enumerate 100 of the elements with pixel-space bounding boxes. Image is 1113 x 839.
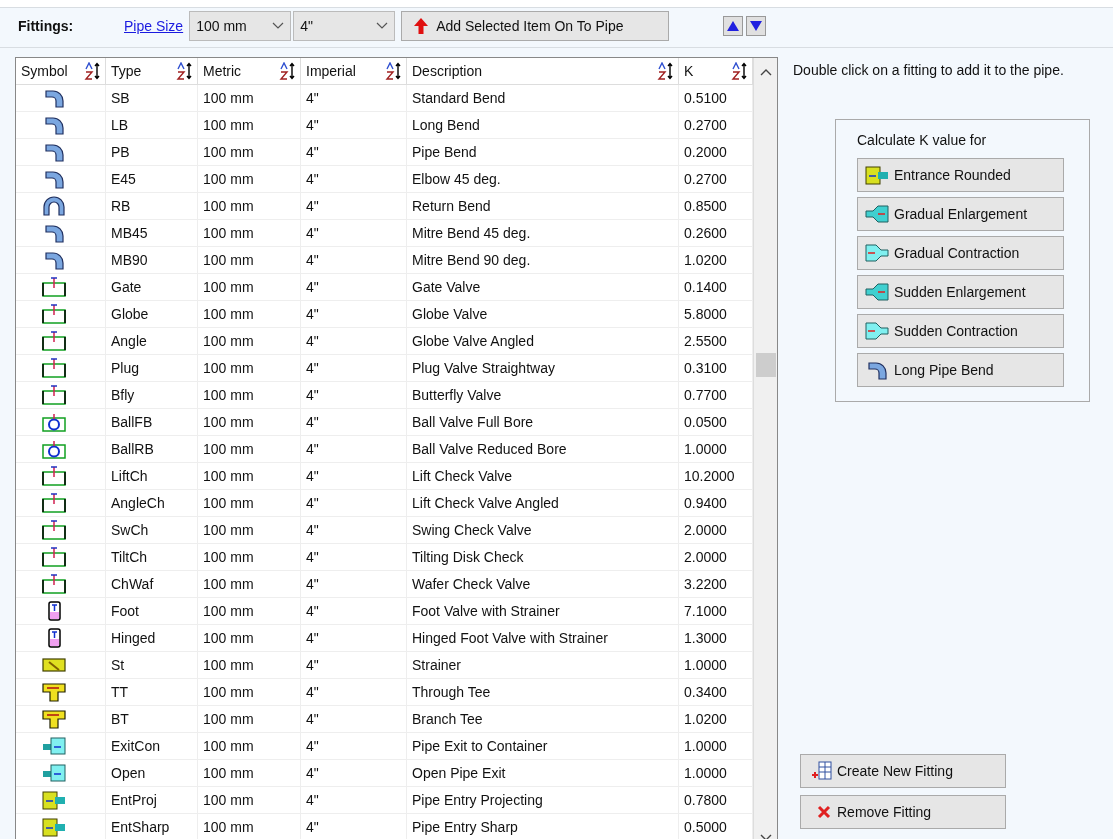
sort-icon[interactable] — [84, 62, 102, 80]
fitting-row[interactable]: Gate 100 mm 4" Gate Valve 0.1400 — [16, 274, 753, 301]
table-cell: 4" — [301, 733, 407, 759]
fitting-row[interactable]: Plug 100 mm 4" Plug Valve Straightway 0.3100 — [16, 355, 753, 382]
column-header[interactable]: Type — [106, 58, 198, 84]
close-icon — [817, 805, 831, 819]
table-cell: 100 mm — [198, 652, 301, 678]
calculate-button[interactable]: Gradual Contraction — [857, 236, 1064, 270]
fitting-row[interactable]: MB45 100 mm 4" Mitre Bend 45 deg. 0.2600 — [16, 220, 753, 247]
table-cell: 100 mm — [198, 85, 301, 111]
triangle-down-icon — [750, 21, 763, 31]
imperial-select[interactable]: 4" — [293, 11, 396, 41]
sort-icon[interactable] — [657, 62, 675, 80]
sort-icon[interactable] — [731, 62, 749, 80]
fitting-row[interactable]: Open 100 mm 4" Open Pipe Exit 1.0000 — [16, 760, 753, 787]
tee-icon — [40, 708, 67, 730]
fitting-row[interactable]: E45 100 mm 4" Elbow 45 deg. 0.2700 — [16, 166, 753, 193]
fitting-row[interactable]: TT 100 mm 4" Through Tee 0.3400 — [16, 679, 753, 706]
calculate-button[interactable]: Long Pipe Bend — [857, 353, 1064, 387]
sort-icon[interactable] — [385, 62, 403, 80]
fitting-row[interactable]: BT 100 mm 4" Branch Tee 1.0200 — [16, 706, 753, 733]
calculate-button[interactable]: Gradual Enlargement — [857, 197, 1064, 231]
fitting-row[interactable]: MB90 100 mm 4" Mitre Bend 90 deg. 1.0200 — [16, 247, 753, 274]
sort-icon[interactable] — [279, 62, 297, 80]
table-cell: Strainer — [407, 652, 679, 678]
remove-fitting-button[interactable]: Remove Fitting — [800, 795, 1006, 829]
table-cell: Ball Valve Reduced Bore — [407, 436, 679, 462]
fitting-row[interactable]: Foot 100 mm 4" Foot Valve with Strainer 7.1000 — [16, 598, 753, 625]
table-cell: BallRB — [106, 436, 198, 462]
fitting-row[interactable]: RB 100 mm 4" Return Bend 0.8500 — [16, 193, 753, 220]
table-cell: Lift Check Valve — [407, 463, 679, 489]
table-cell: 4" — [301, 787, 407, 813]
tee-icon — [40, 681, 67, 703]
pipe-exit-icon — [40, 762, 67, 784]
fitting-row[interactable]: LB 100 mm 4" Long Bend 0.2700 — [16, 112, 753, 139]
column-header[interactable]: Imperial — [301, 58, 407, 84]
create-fitting-button[interactable]: Create New Fitting — [800, 754, 1006, 788]
fitting-row[interactable]: TiltCh 100 mm 4" Tilting Disk Check 2.0000 — [16, 544, 753, 571]
fitting-row[interactable]: St 100 mm 4" Strainer 1.0000 — [16, 652, 753, 679]
fitting-row[interactable]: BallRB 100 mm 4" Ball Valve Reduced Bore 1.0000 — [16, 436, 753, 463]
add-table-icon — [811, 761, 833, 781]
pipe-size-link[interactable]: Pipe Size — [124, 15, 184, 37]
scrollbar[interactable] — [753, 58, 777, 839]
sort-icon[interactable] — [176, 62, 194, 80]
table-cell: 100 mm — [198, 193, 301, 219]
table-cell: 4" — [301, 382, 407, 408]
column-header[interactable]: Metric — [198, 58, 301, 84]
calculate-button[interactable]: Entrance Rounded — [857, 158, 1064, 192]
calculate-button[interactable]: Sudden Enlargement — [857, 275, 1064, 309]
fitting-row[interactable]: Globe 100 mm 4" Globe Valve 5.8000 — [16, 301, 753, 328]
table-cell: 4" — [301, 814, 407, 839]
table-cell: 4" — [301, 139, 407, 165]
table-cell: 100 mm — [198, 517, 301, 543]
scrollbar-thumb[interactable] — [755, 353, 776, 377]
fitting-row[interactable]: LiftCh 100 mm 4" Lift Check Valve 10.2000 — [16, 463, 753, 490]
move-up-button[interactable] — [723, 16, 744, 36]
fitting-row[interactable]: Angle 100 mm 4" Globe Valve Angled 2.5500 — [16, 328, 753, 355]
table-cell: E45 — [106, 166, 198, 192]
valve-icon — [40, 384, 67, 406]
fitting-row[interactable]: Bfly 100 mm 4" Butterfly Valve 0.7700 — [16, 382, 753, 409]
table-cell: 4" — [301, 85, 407, 111]
table-cell: Gate Valve — [407, 274, 679, 300]
scroll-up-icon[interactable] — [759, 68, 772, 76]
table-cell: 100 mm — [198, 679, 301, 705]
table-cell: 4" — [301, 355, 407, 381]
fitting-row[interactable]: SB 100 mm 4" Standard Bend 0.5100 — [16, 85, 753, 112]
table-cell: 4" — [301, 328, 407, 354]
table-cell: Pipe Exit to Container — [407, 733, 679, 759]
table-cell: Swing Check Valve — [407, 517, 679, 543]
table-cell: Elbow 45 deg. — [407, 166, 679, 192]
table-cell: 100 mm — [198, 220, 301, 246]
table-cell: 4" — [301, 652, 407, 678]
fitting-row[interactable]: ExitCon 100 mm 4" Pipe Exit to Container 1.0000 — [16, 733, 753, 760]
table-cell: 100 mm — [198, 112, 301, 138]
fitting-row[interactable]: AngleCh 100 mm 4" Lift Check Valve Angled 0.9400 — [16, 490, 753, 517]
valve-icon — [40, 330, 67, 352]
fitting-row[interactable]: EntSharp 100 mm 4" Pipe Entry Sharp 0.5000 — [16, 814, 753, 839]
table-cell: 4" — [301, 544, 407, 570]
add-to-pipe-button[interactable]: Add Selected Item On To Pipe — [401, 11, 670, 41]
metric-select[interactable]: 100 mm — [189, 11, 292, 41]
table-cell: 4" — [301, 463, 407, 489]
table-cell: ExitCon — [106, 733, 198, 759]
fitting-row[interactable]: BallFB 100 mm 4" Ball Valve Full Bore 0.0500 — [16, 409, 753, 436]
table-cell: 100 mm — [198, 814, 301, 839]
calculate-button[interactable]: Sudden Contraction — [857, 314, 1064, 348]
table-cell: 4" — [301, 247, 407, 273]
table-cell: Pipe Bend — [407, 139, 679, 165]
fitting-row[interactable]: SwCh 100 mm 4" Swing Check Valve 2.0000 — [16, 517, 753, 544]
fitting-row[interactable]: ChWaf 100 mm 4" Wafer Check Valve 3.2200 — [16, 571, 753, 598]
column-header[interactable]: Description — [407, 58, 679, 84]
column-header[interactable]: Symbol — [16, 58, 106, 84]
fitting-row[interactable]: PB 100 mm 4" Pipe Bend 0.2000 — [16, 139, 753, 166]
table-cell: Open — [106, 760, 198, 786]
arrow-up-icon — [414, 18, 429, 34]
table-cell: 4" — [301, 679, 407, 705]
fitting-row[interactable]: Hinged 100 mm 4" Hinged Foot Valve with Strainer 1.3000 — [16, 625, 753, 652]
table-cell: 100 mm — [198, 301, 301, 327]
move-down-button[interactable] — [746, 16, 767, 36]
fitting-row[interactable]: EntProj 100 mm 4" Pipe Entry Projecting 0.7800 — [16, 787, 753, 814]
chevron-down-icon — [376, 22, 389, 30]
